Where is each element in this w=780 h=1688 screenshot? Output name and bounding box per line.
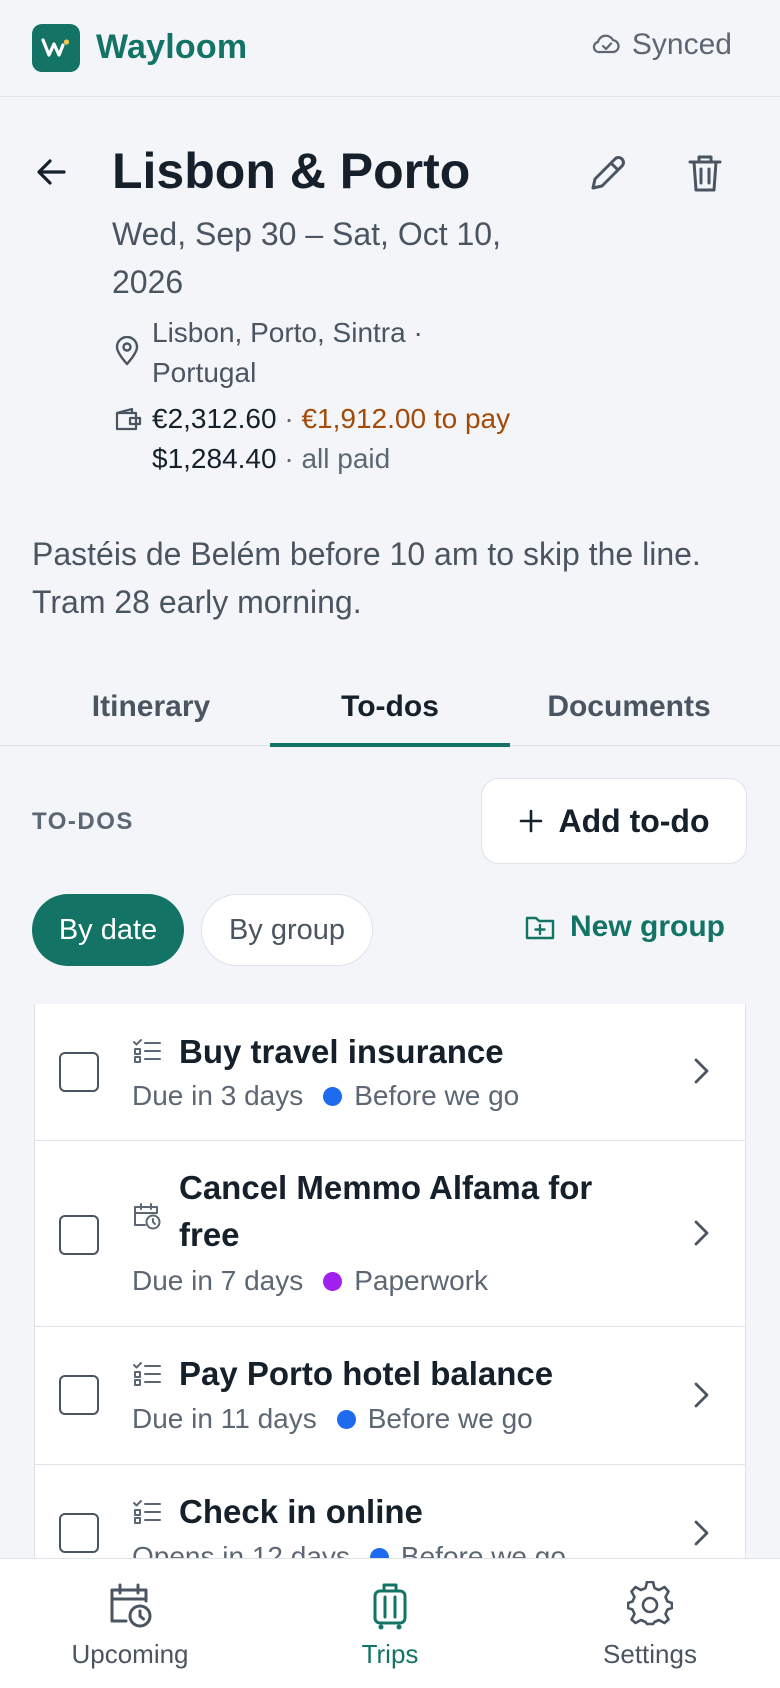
- add-todo-button[interactable]: Add to-do: [481, 778, 747, 864]
- todo-title: Cancel Memmo Alfama for free: [179, 1169, 593, 1253]
- trip-location: Lisbon, Porto, Sintra · Portugal: [152, 317, 423, 388]
- todo-group: Paperwork: [354, 1265, 489, 1296]
- calendar-clock-icon: [107, 1581, 153, 1631]
- new-group-label: New group: [570, 910, 725, 943]
- chevron-right-icon: [689, 1380, 713, 1410]
- gear-icon: [627, 1581, 673, 1631]
- tab-itinerary[interactable]: Itinerary: [32, 668, 270, 746]
- amount-to-pay: €1,912.00 to pay: [301, 403, 511, 434]
- todo-meta: Due in 7 days Paperwork: [132, 1265, 488, 1297]
- map-pin-icon: [114, 336, 140, 366]
- todo-group: Before we go: [367, 1403, 533, 1434]
- todo-title: Buy travel insurance: [179, 1033, 504, 1070]
- todo-due: Due in 3 days: [132, 1080, 304, 1111]
- trash-icon: [688, 155, 722, 192]
- checklist-icon: [132, 1361, 162, 1387]
- todo-group: Before we go: [354, 1080, 520, 1111]
- plus-icon: [518, 808, 544, 834]
- chevron-right-icon: [689, 1218, 713, 1248]
- app-name: Wayloom: [96, 28, 248, 66]
- top-bar: Wayloom Synced: [0, 0, 780, 97]
- group-color-dot: [323, 1271, 343, 1291]
- budget-usd-amount: $1,284.40: [152, 443, 277, 474]
- sync-status-label: Synced: [631, 28, 732, 61]
- nav-settings-label: Settings: [603, 1639, 697, 1669]
- chevron-right-icon: [689, 1518, 713, 1548]
- nav-trips[interactable]: Trips: [290, 1559, 490, 1688]
- chevron-right-icon: [689, 1056, 713, 1086]
- new-group-button[interactable]: New group: [524, 910, 725, 944]
- cloud-check-icon: [592, 32, 622, 58]
- todo-row[interactable]: Pay Porto hotel balance Due in 11 days B…: [35, 1327, 745, 1465]
- todo-checkbox[interactable]: [59, 1052, 99, 1092]
- tab-documents[interactable]: Documents: [510, 668, 748, 746]
- pencil-icon: [591, 156, 625, 190]
- nav-upcoming[interactable]: Upcoming: [30, 1559, 230, 1688]
- todo-due: Due in 7 days: [132, 1265, 304, 1296]
- todos-section-label: TO-DOS: [32, 808, 134, 835]
- edit-trip-button[interactable]: [585, 150, 631, 196]
- tab-todos[interactable]: To-dos: [270, 668, 510, 747]
- sync-status[interactable]: Synced: [592, 28, 732, 62]
- sort-by-group-button[interactable]: By group: [201, 894, 373, 966]
- calendar-clock-icon: [132, 1201, 162, 1231]
- nav-settings[interactable]: Settings: [550, 1559, 750, 1688]
- todo-meta: Due in 3 days Before we go: [132, 1080, 519, 1112]
- todo-row[interactable]: Cancel Memmo Alfama for free Due in 7 da…: [35, 1141, 745, 1327]
- group-color-dot: [323, 1086, 343, 1106]
- todo-checkbox[interactable]: [59, 1375, 99, 1415]
- folder-plus-icon: [524, 913, 556, 941]
- checklist-icon: [132, 1038, 162, 1064]
- trip-dates: Wed, Sep 30 – Sat, Oct 10, 2026: [112, 216, 501, 300]
- bottom-nav: Upcoming Trips Settings: [0, 1558, 780, 1688]
- back-button[interactable]: [32, 152, 72, 192]
- luggage-icon: [370, 1581, 410, 1631]
- todo-checkbox[interactable]: [59, 1215, 99, 1255]
- sort-by-date-button[interactable]: By date: [32, 894, 184, 966]
- todo-title: Check in online: [179, 1493, 423, 1530]
- todo-title: Pay Porto hotel balance: [179, 1355, 554, 1392]
- budget-eur-amount: €2,312.60: [152, 403, 277, 434]
- nav-trips-label: Trips: [361, 1639, 419, 1669]
- todo-checkbox[interactable]: [59, 1513, 99, 1553]
- nav-upcoming-label: Upcoming: [71, 1639, 189, 1669]
- wallet-icon: [114, 407, 142, 433]
- group-color-dot: [336, 1409, 356, 1429]
- add-todo-label: Add to-do: [558, 802, 710, 839]
- todo-due: Due in 11 days: [132, 1403, 317, 1434]
- wayloom-logo: [32, 24, 80, 72]
- trip-tabs: Itinerary To-dos Documents: [0, 668, 780, 747]
- trip-notes: Pastéis de Belém before 10 am to skip th…: [32, 536, 701, 620]
- trip-title: Lisbon & Porto: [112, 143, 471, 199]
- usd-status: · all paid: [284, 443, 391, 474]
- trip-budget-eur: €2,312.60 · €1,912.00 to pay: [152, 403, 510, 435]
- todo-row[interactable]: Buy travel insurance Due in 3 days Befor…: [35, 1004, 745, 1141]
- arrow-left-icon: [37, 159, 66, 185]
- trip-budget-usd: $1,284.40 · all paid: [152, 443, 390, 475]
- todo-meta: Due in 11 days Before we go: [132, 1403, 533, 1435]
- budget-separator: ·: [284, 403, 294, 434]
- checklist-icon: [132, 1499, 162, 1525]
- delete-trip-button[interactable]: [682, 150, 728, 196]
